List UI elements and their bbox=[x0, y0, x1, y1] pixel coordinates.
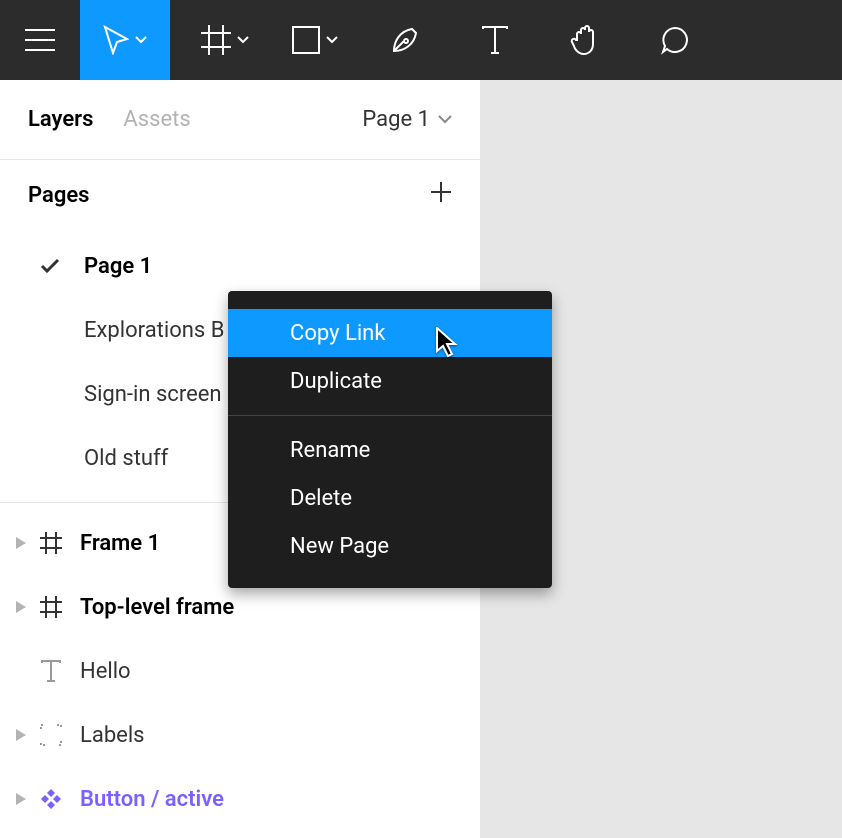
layer-name: Top-level frame bbox=[80, 595, 234, 620]
page-switcher-label: Page 1 bbox=[362, 107, 430, 132]
page-row[interactable]: Page 1 bbox=[0, 234, 480, 298]
plus-icon bbox=[430, 181, 452, 203]
layer-row[interactable]: Labels bbox=[0, 703, 480, 767]
shape-tool-button[interactable] bbox=[270, 0, 360, 80]
chevron-down-icon bbox=[135, 36, 147, 44]
main-menu-button[interactable] bbox=[0, 0, 80, 80]
pages-header: Pages bbox=[0, 160, 480, 230]
page-name: Explorations B bbox=[40, 318, 224, 343]
menu-item-rename[interactable]: Rename bbox=[228, 426, 552, 474]
text-layer-icon bbox=[36, 660, 66, 682]
layer-name: Labels bbox=[80, 723, 145, 748]
frame-icon bbox=[36, 596, 66, 618]
disclosure-triangle-icon[interactable] bbox=[10, 601, 32, 613]
text-tool-icon bbox=[481, 25, 509, 55]
pages-header-label: Pages bbox=[28, 183, 89, 208]
layer-name: Frame 1 bbox=[80, 531, 160, 556]
component-icon bbox=[36, 787, 66, 811]
page-context-menu: Copy Link Duplicate Rename Delete New Pa… bbox=[228, 291, 552, 588]
page-switcher[interactable]: Page 1 bbox=[362, 107, 452, 132]
disclosure-triangle-icon[interactable] bbox=[10, 729, 32, 741]
menu-item-delete[interactable]: Delete bbox=[228, 474, 552, 522]
group-icon bbox=[36, 724, 66, 746]
comment-tool-button[interactable] bbox=[630, 0, 720, 80]
layer-name: Button / active bbox=[80, 787, 224, 812]
chevron-down-icon bbox=[438, 115, 452, 124]
frame-icon bbox=[36, 532, 66, 554]
rectangle-tool-icon bbox=[292, 26, 320, 54]
layer-row[interactable]: Button / active bbox=[0, 767, 480, 831]
pen-tool-icon bbox=[390, 25, 420, 55]
page-name: Page 1 bbox=[78, 254, 152, 279]
frame-tool-button[interactable] bbox=[180, 0, 270, 80]
layer-name: Hello bbox=[80, 659, 131, 684]
add-page-button[interactable] bbox=[430, 181, 452, 209]
tab-assets[interactable]: Assets bbox=[123, 107, 190, 132]
frame-tool-icon bbox=[201, 25, 231, 55]
menu-item-copy-link[interactable]: Copy Link bbox=[228, 309, 552, 357]
menu-item-new-page[interactable]: New Page bbox=[228, 522, 552, 570]
hamburger-icon bbox=[25, 29, 55, 51]
text-tool-button[interactable] bbox=[450, 0, 540, 80]
move-tool-icon bbox=[103, 25, 129, 55]
move-tool-button[interactable] bbox=[80, 0, 170, 80]
layer-row[interactable]: Hello bbox=[0, 639, 480, 703]
top-toolbar bbox=[0, 0, 842, 80]
comment-tool-icon bbox=[660, 25, 690, 55]
menu-item-duplicate[interactable]: Duplicate bbox=[228, 357, 552, 405]
pen-tool-button[interactable] bbox=[360, 0, 450, 80]
hand-tool-button[interactable] bbox=[540, 0, 630, 80]
check-icon bbox=[40, 258, 78, 274]
disclosure-triangle-icon[interactable] bbox=[10, 793, 32, 805]
page-name: Sign-in screen bbox=[40, 382, 222, 407]
hand-tool-icon bbox=[570, 24, 600, 56]
chevron-down-icon bbox=[326, 36, 338, 44]
disclosure-triangle-icon[interactable] bbox=[10, 537, 32, 549]
menu-separator bbox=[228, 415, 552, 416]
page-name: Old stuff bbox=[40, 446, 168, 471]
chevron-down-icon bbox=[237, 36, 249, 44]
panel-tabs: Layers Assets Page 1 bbox=[0, 80, 480, 160]
tab-layers[interactable]: Layers bbox=[28, 107, 93, 132]
